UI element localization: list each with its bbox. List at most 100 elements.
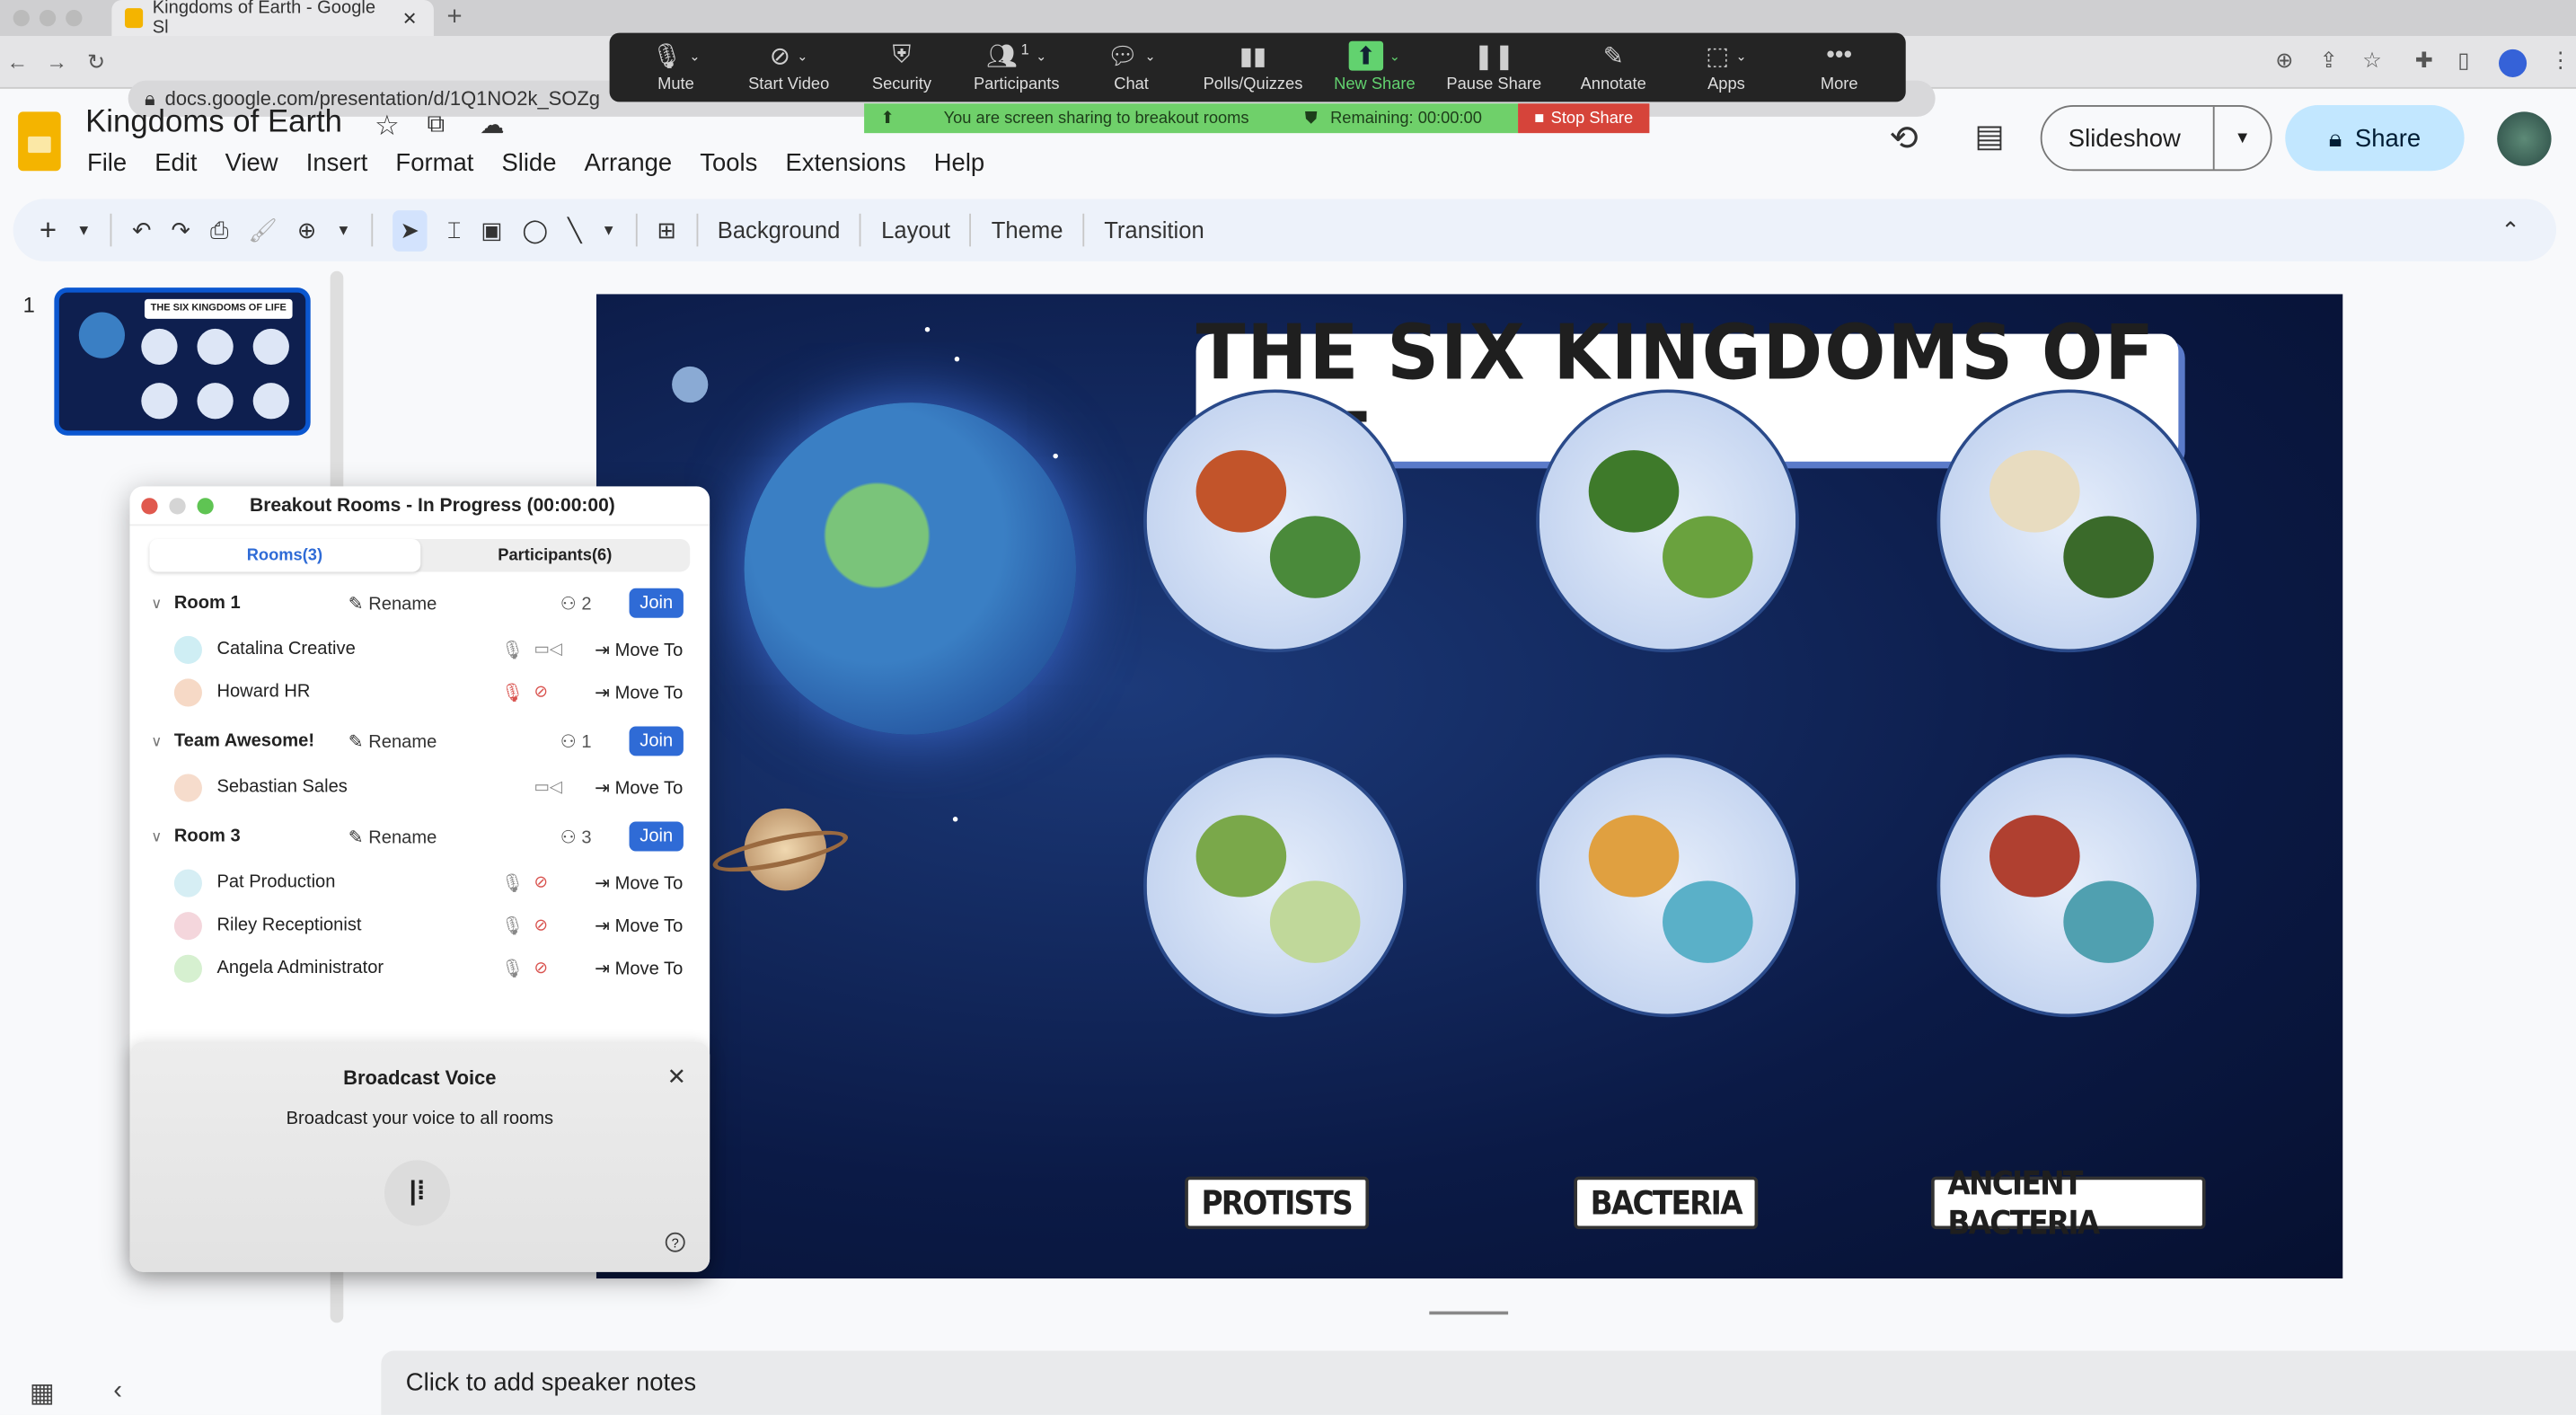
- move-to-button[interactable]: ⇥ Move To: [595, 681, 683, 703]
- zoom-polls-quizzes-button[interactable]: ▮▮ Polls/Quizzes: [1204, 41, 1303, 94]
- zoom-dropdown-icon[interactable]: ▼: [336, 222, 350, 238]
- image-icon[interactable]: ▣: [481, 217, 502, 244]
- zoom-participants-button[interactable]: 👥︎ 1 ⌄ Participants: [974, 41, 1060, 94]
- move-folder-icon[interactable]: ⧉: [428, 111, 446, 138]
- profile-avatar[interactable]: [2499, 49, 2527, 77]
- chevron-down-icon[interactable]: ⌄: [689, 49, 700, 63]
- user-avatar[interactable]: [2497, 111, 2552, 166]
- select-tool-icon[interactable]: ➤: [392, 209, 428, 251]
- grid-view-icon[interactable]: ▦: [30, 1377, 55, 1411]
- zoom-new-share-button[interactable]: ⬆ ⌄ New Share: [1334, 40, 1416, 93]
- notes-resize-handle[interactable]: [1429, 1311, 1509, 1315]
- stop-share-button[interactable]: ■ Stop Share: [1518, 103, 1650, 134]
- menu-insert[interactable]: Insert: [306, 149, 368, 177]
- chevron-down-icon[interactable]: ∨: [151, 827, 162, 845]
- chevron-down-icon[interactable]: ⌄: [1389, 49, 1400, 63]
- paint-format-icon[interactable]: 🖌︎: [248, 217, 278, 244]
- speaker-notes[interactable]: Click to add speaker notes: [381, 1350, 2576, 1415]
- move-to-button[interactable]: ⇥ Move To: [595, 957, 683, 978]
- slideshow-dropdown-icon[interactable]: ▼: [2212, 106, 2271, 170]
- line-icon[interactable]: ╲: [568, 217, 581, 244]
- move-to-button[interactable]: ⇥ Move To: [595, 776, 683, 798]
- close-icon[interactable]: ✕: [667, 1063, 686, 1091]
- close-window-button[interactable]: [141, 497, 158, 514]
- close-tab-icon[interactable]: ✕: [402, 7, 418, 29]
- new-tab-icon[interactable]: +: [447, 4, 463, 33]
- browser-tab[interactable]: Kingdoms of Earth - Google Sl ✕: [111, 0, 434, 38]
- maximize-window-button[interactable]: [197, 497, 214, 514]
- extensions-icon[interactable]: ✚: [2415, 48, 2433, 74]
- slideshow-button[interactable]: Slideshow ▼: [2040, 105, 2272, 172]
- share-page-icon[interactable]: ⇪: [2320, 48, 2338, 74]
- menu-arrange[interactable]: Arrange: [585, 149, 673, 177]
- cloud-saved-icon[interactable]: ☁: [480, 111, 504, 139]
- menu-help[interactable]: Help: [934, 149, 984, 177]
- chrome-menu-icon[interactable]: ⋮: [2550, 48, 2572, 74]
- zoom-security-button[interactable]: ⛨ Security: [860, 41, 942, 94]
- menu-format[interactable]: Format: [395, 149, 473, 177]
- star-icon[interactable]: ☆: [375, 111, 400, 144]
- zoom-apps-button[interactable]: ⬚ ⌄ Apps: [1685, 41, 1767, 94]
- comments-icon[interactable]: ▤: [1975, 119, 2005, 156]
- menu-tools[interactable]: Tools: [700, 149, 757, 177]
- zoom-mute-button[interactable]: 🎙︎ ⌄ Mute: [635, 41, 717, 94]
- zoom-icon[interactable]: ⊕: [297, 217, 316, 244]
- redo-icon[interactable]: ↷: [172, 217, 190, 244]
- menu-slide[interactable]: Slide: [501, 149, 556, 177]
- menu-view[interactable]: View: [225, 149, 278, 177]
- menu-extensions[interactable]: Extensions: [785, 149, 905, 177]
- slides-logo[interactable]: [18, 111, 61, 172]
- forward-icon[interactable]: →: [46, 49, 67, 74]
- chevron-down-icon[interactable]: ⌄: [1144, 49, 1155, 63]
- side-panel-icon[interactable]: ▯: [2457, 48, 2469, 74]
- document-title[interactable]: Kingdoms of Earth: [85, 105, 342, 141]
- menu-file[interactable]: File: [87, 149, 127, 177]
- zoom-page-icon[interactable]: ⊕: [2275, 48, 2293, 74]
- new-slide-icon[interactable]: +: [40, 213, 57, 247]
- help-icon[interactable]: ?: [665, 1232, 685, 1252]
- join-room-button[interactable]: Join: [629, 821, 684, 852]
- chevron-down-icon[interactable]: ⌄: [797, 49, 807, 63]
- layout-button[interactable]: Layout: [881, 217, 950, 243]
- move-to-button[interactable]: ⇥ Move To: [595, 639, 683, 659]
- reload-icon[interactable]: ↻: [87, 49, 105, 75]
- collapse-filmstrip-icon[interactable]: ‹: [113, 1377, 122, 1407]
- zoom-start-video-button[interactable]: ⊘ ⌄ Start Video: [747, 41, 829, 94]
- zoom-pause-share-button[interactable]: ❚❚ Pause Share: [1446, 41, 1541, 94]
- move-to-button[interactable]: ⇥ Move To: [595, 871, 683, 893]
- background-button[interactable]: Background: [718, 217, 841, 243]
- zoom-annotate-button[interactable]: ✎ Annotate: [1572, 41, 1654, 94]
- join-room-button[interactable]: Join: [629, 726, 684, 756]
- chevron-down-icon[interactable]: ⌄: [1036, 49, 1046, 63]
- version-history-icon[interactable]: ⟲: [1889, 119, 1918, 160]
- tab-participants[interactable]: Participants(6): [419, 539, 690, 572]
- new-slide-dropdown-icon[interactable]: ▼: [76, 222, 91, 238]
- rename-room-button[interactable]: ✎ Rename: [348, 592, 437, 614]
- shape-icon[interactable]: ◯: [523, 217, 549, 244]
- chevron-down-icon[interactable]: ⌄: [1735, 49, 1746, 63]
- collapse-toolbar-icon[interactable]: ⌃: [2501, 217, 2519, 244]
- chevron-down-icon[interactable]: ∨: [151, 732, 162, 750]
- rename-room-button[interactable]: ✎ Rename: [348, 826, 437, 847]
- transition-button[interactable]: Transition: [1104, 217, 1204, 243]
- share-button[interactable]: 🔒︎ Share: [2285, 105, 2465, 172]
- join-room-button[interactable]: Join: [629, 588, 684, 618]
- slide-thumbnail[interactable]: THE SIX KINGDOMS OF LIFE: [54, 287, 311, 436]
- text-box-icon[interactable]: ⌶: [447, 217, 461, 244]
- chevron-down-icon[interactable]: ∨: [151, 594, 162, 612]
- print-icon[interactable]: ⎙: [210, 217, 228, 244]
- bookmark-star-icon[interactable]: ☆: [2362, 48, 2381, 74]
- slide-canvas[interactable]: THE SIX KINGDOMS OF LIFE ANIMALSPLANTSFU…: [595, 294, 2343, 1279]
- tab-rooms[interactable]: Rooms(3): [149, 538, 420, 572]
- zoom-chat-button[interactable]: 💬︎ ⌄ Chat: [1090, 41, 1172, 94]
- back-icon[interactable]: ←: [6, 49, 28, 74]
- theme-button[interactable]: Theme: [992, 217, 1063, 243]
- rename-room-button[interactable]: ✎ Rename: [348, 730, 437, 752]
- line-dropdown-icon[interactable]: ▼: [602, 222, 616, 238]
- move-to-button[interactable]: ⇥ Move To: [595, 915, 683, 936]
- minimize-window-button[interactable]: [169, 497, 186, 514]
- menu-edit[interactable]: Edit: [154, 149, 197, 177]
- zoom-more-button[interactable]: ••• More: [1798, 41, 1880, 94]
- add-comment-icon[interactable]: ⊞: [657, 217, 676, 244]
- broadcast-voice-button[interactable]: |⁞: [384, 1160, 451, 1226]
